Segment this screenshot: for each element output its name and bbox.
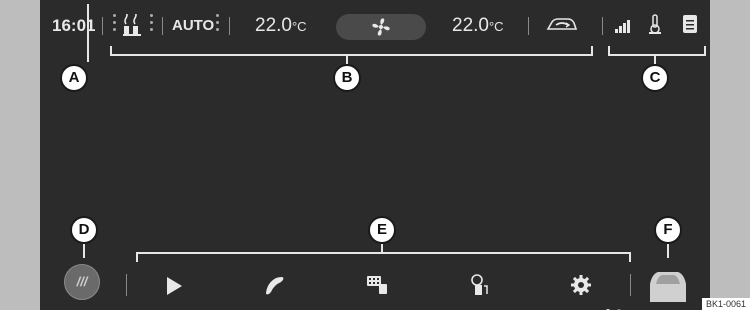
callout-c: C	[641, 64, 669, 92]
separator	[528, 17, 529, 35]
callout-b: B	[333, 64, 361, 92]
auto-level-dots	[216, 14, 219, 35]
signal-strength-icon	[615, 20, 630, 33]
callout-c-stem	[654, 54, 656, 64]
left-bezel	[0, 0, 40, 310]
separator	[630, 274, 631, 296]
right-bezel	[710, 0, 750, 310]
menu-button[interactable]: ///	[64, 264, 100, 300]
recirculation-icon[interactable]	[546, 15, 578, 35]
temperature-right-unit: °C	[488, 19, 504, 34]
seat-heat-right-dots	[150, 14, 153, 35]
gear-icon[interactable]	[570, 274, 592, 296]
menu-icon: ///	[76, 274, 88, 289]
callout-d: D	[70, 216, 98, 244]
callout-a: A	[60, 64, 88, 92]
callout-e-stem	[381, 244, 383, 252]
temperature-left-value: 22.0	[255, 15, 292, 36]
fan-button[interactable]	[336, 14, 426, 40]
callout-b-bracket	[110, 46, 593, 56]
temperature-right[interactable]: 22.0°C	[452, 15, 504, 37]
temperature-left-unit: °C	[291, 19, 307, 34]
infotainment-screen: 16:01 AUTO 22.0°C 22.0°C A B C D E F ///	[40, 0, 710, 310]
car-view-button[interactable]	[646, 262, 690, 304]
fuel-icon[interactable]	[470, 274, 492, 296]
seat-heat-left-dots	[113, 14, 116, 35]
separator	[229, 17, 230, 35]
notes-icon[interactable]	[682, 13, 698, 35]
callout-f-stem	[667, 244, 669, 258]
seat-heating-icon[interactable]	[120, 14, 146, 38]
callout-f: F	[654, 216, 682, 244]
phone-icon[interactable]	[264, 275, 286, 297]
status-bar: 16:01 AUTO 22.0°C 22.0°C	[40, 0, 710, 50]
temperature-left[interactable]: 22.0°C	[255, 15, 307, 37]
separator	[126, 274, 127, 296]
separator	[162, 17, 163, 35]
callout-e: E	[368, 216, 396, 244]
callout-c-bracket	[608, 46, 706, 56]
car-icon	[650, 272, 686, 302]
figure-reference: BK1-0061	[701, 298, 750, 310]
callout-a-stem	[87, 4, 89, 62]
callout-b-stem	[346, 54, 348, 64]
fan-icon	[372, 18, 390, 36]
climate-auto-button[interactable]: AUTO	[172, 17, 214, 34]
temperature-right-value: 22.0	[452, 15, 489, 36]
separator	[102, 17, 103, 35]
keypad-icon[interactable]	[367, 276, 389, 294]
separator	[602, 17, 603, 35]
thermometer-icon	[649, 14, 661, 34]
bottom-bar: ///	[40, 260, 710, 310]
page-indicator	[606, 300, 622, 310]
play-icon[interactable]	[164, 276, 184, 296]
callout-d-stem	[83, 244, 85, 258]
